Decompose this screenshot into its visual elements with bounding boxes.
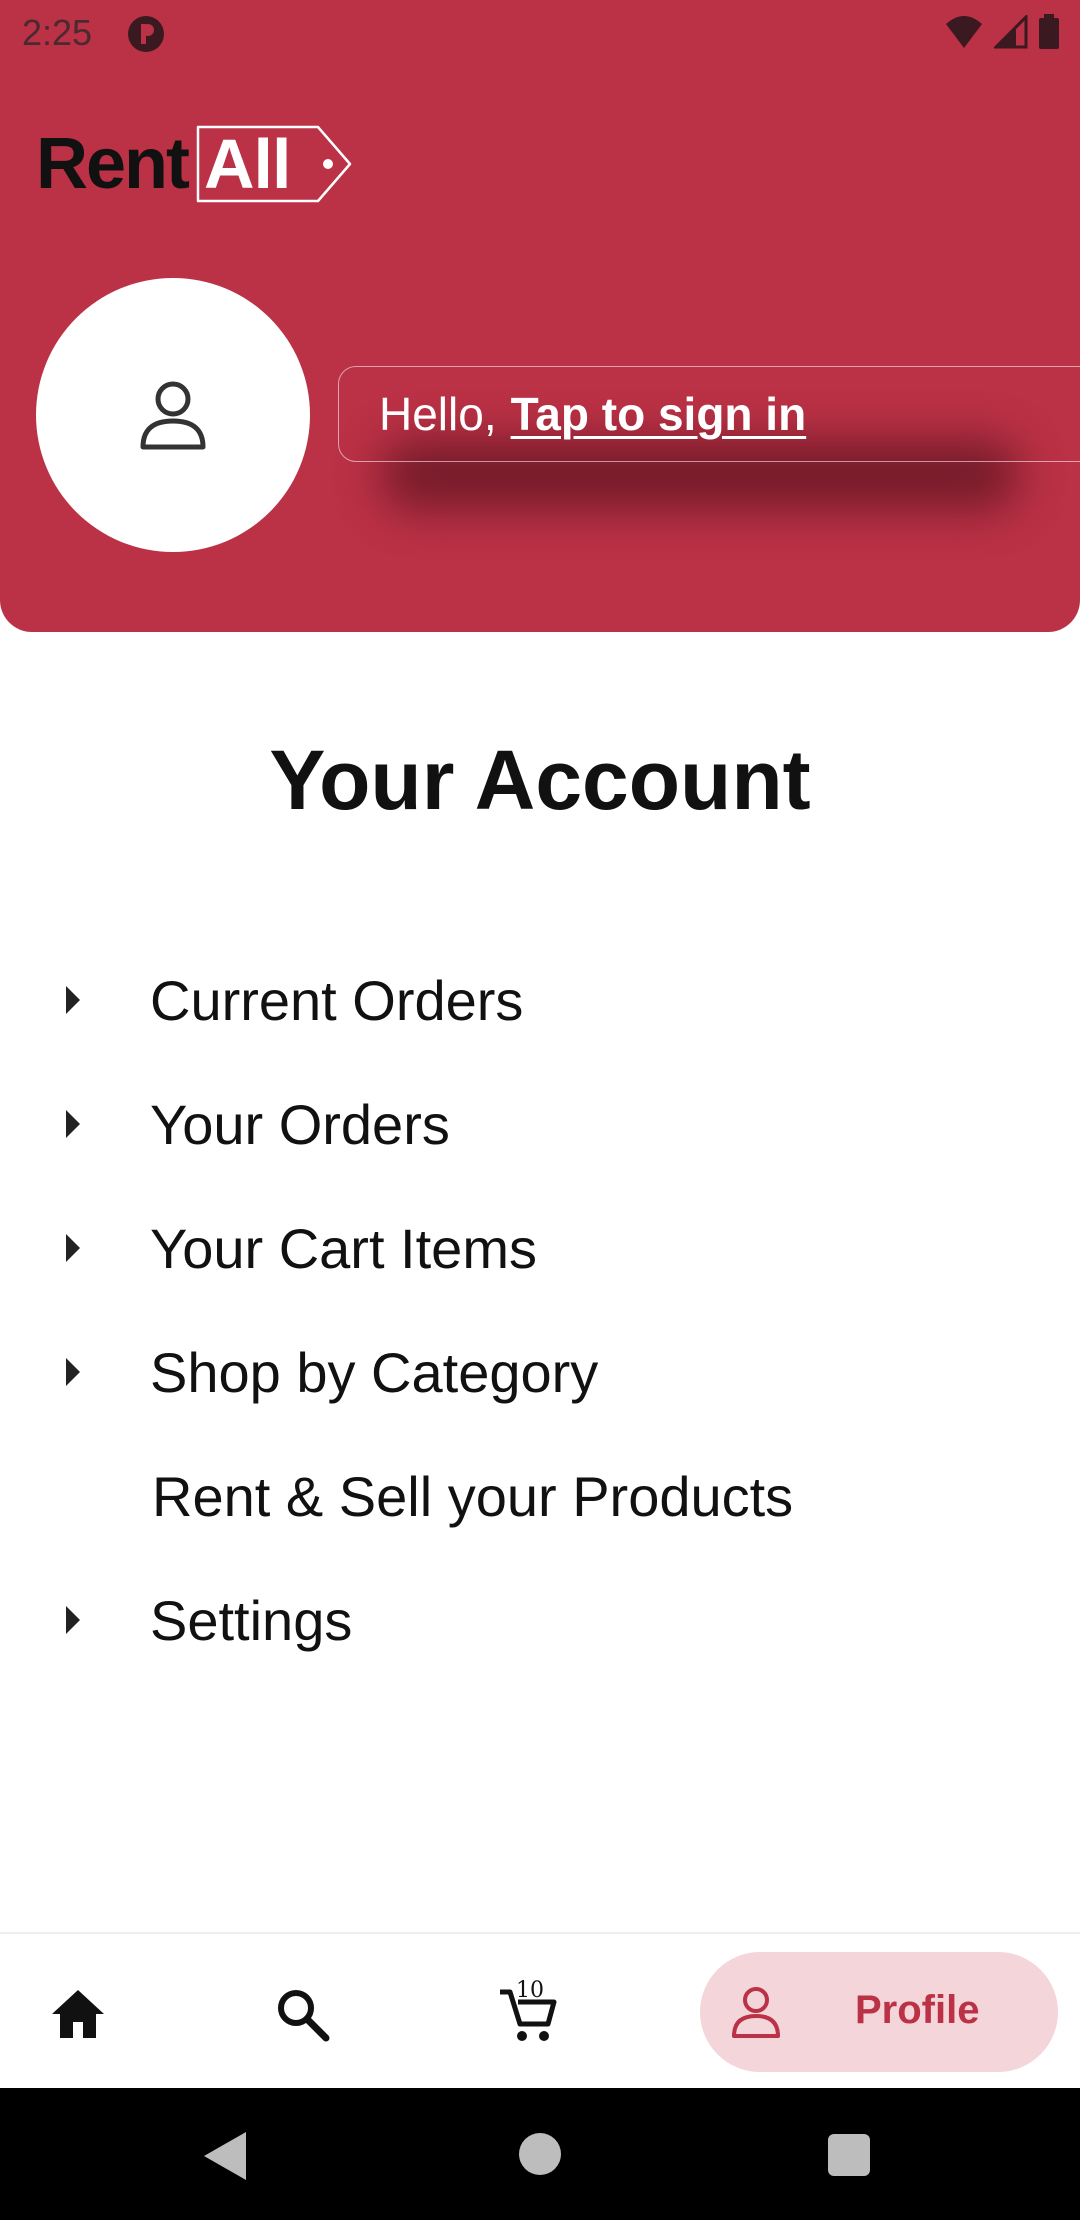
menu-item-label: Current Orders <box>150 968 524 1032</box>
menu-item-label: Your Orders <box>150 1092 450 1156</box>
caret-right-icon <box>66 986 80 1014</box>
menu-item-label: Rent & Sell your Products <box>152 1464 794 1528</box>
home-button-icon[interactable] <box>519 2133 561 2175</box>
caret-right-icon <box>66 1358 80 1386</box>
home-icon[interactable] <box>48 1984 108 2044</box>
menu-item-your-orders[interactable]: Your Orders <box>0 1062 1080 1186</box>
account-header: 2:25 Rent All Hello, Tap to sign in <box>0 0 1080 632</box>
menu-item-label: Shop by Category <box>150 1340 599 1404</box>
app-notification-icon <box>128 16 164 52</box>
system-navigation-bar <box>0 2088 1080 2220</box>
rentall-logo: Rent All <box>36 122 352 206</box>
logo-text-all: All <box>204 125 291 203</box>
menu-item-shop-by-category[interactable]: Shop by Category <box>0 1310 1080 1434</box>
menu-item-label: Settings <box>150 1588 353 1652</box>
cart-count-badge: 10 <box>516 1978 544 2003</box>
recent-apps-icon[interactable] <box>828 2134 870 2176</box>
account-menu: Current Orders Your Orders Your Cart Ite… <box>0 938 1080 1682</box>
caret-right-icon <box>66 1110 80 1138</box>
status-time: 2:25 <box>22 12 93 53</box>
sign-in-link[interactable]: Tap to sign in <box>511 387 807 441</box>
wifi-icon <box>946 16 982 48</box>
logo-tag: All <box>196 125 352 203</box>
signal-icon <box>994 15 1028 49</box>
bottom-navigation: 10 Profile <box>0 1932 1080 2090</box>
page-title: Your Account <box>269 733 811 827</box>
status-icons <box>944 14 1060 50</box>
menu-item-cart-items[interactable]: Your Cart Items <box>0 1186 1080 1310</box>
person-icon <box>732 1987 780 2038</box>
menu-item-current-orders[interactable]: Current Orders <box>0 938 1080 1062</box>
avatar[interactable] <box>36 278 310 552</box>
menu-item-label: Your Cart Items <box>150 1216 537 1280</box>
nav-profile-active[interactable]: Profile <box>700 1952 1058 2072</box>
caret-right-icon <box>66 1234 80 1262</box>
status-bar: 2:25 <box>0 0 1080 66</box>
battery-icon <box>1039 14 1059 49</box>
logo-text-rent: Rent <box>36 124 190 204</box>
greeting-text: Hello, <box>379 388 497 440</box>
person-icon <box>140 381 206 450</box>
menu-item-settings[interactable]: Settings <box>0 1558 1080 1682</box>
menu-item-rent-sell[interactable]: Rent & Sell your Products <box>0 1434 1080 1558</box>
back-icon[interactable] <box>204 2132 246 2180</box>
sign-in-banner[interactable]: Hello, Tap to sign in <box>338 366 1080 462</box>
search-icon[interactable] <box>272 1984 332 2044</box>
nav-profile-label: Profile <box>855 1988 980 2032</box>
caret-right-icon <box>66 1606 80 1634</box>
